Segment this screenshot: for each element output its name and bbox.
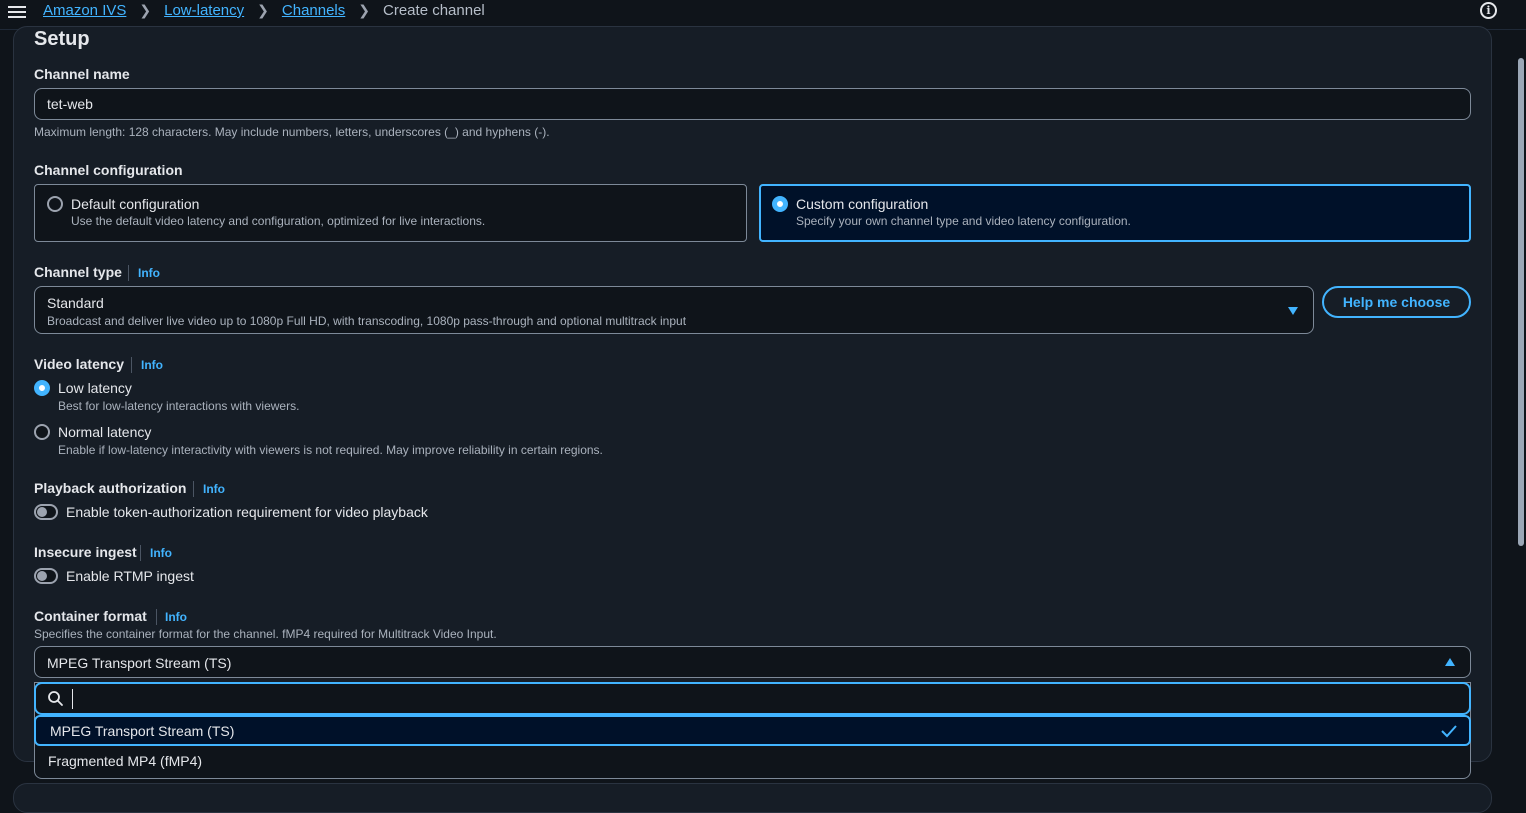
playback-authorization-toggle-label: Enable token-authorization requirement f… (66, 504, 428, 520)
scrollbar-thumb[interactable] (1518, 58, 1524, 546)
check-icon (1441, 725, 1457, 738)
normal-latency-title: Normal latency (58, 424, 152, 440)
channel-type-selected-title: Standard (47, 295, 104, 311)
option-label: Fragmented MP4 (fMP4) (48, 752, 203, 769)
breadcrumb: Amazon IVS ❯ Low-latency ❯ Channels ❯ Cr… (43, 2, 485, 19)
chevron-right-icon: ❯ (139, 2, 152, 18)
insecure-ingest-toggle-label: Enable RTMP ingest (66, 568, 194, 584)
channel-name-label: Channel name (34, 66, 130, 82)
insecure-ingest-label: Insecure ingest (34, 544, 137, 560)
divider (156, 609, 157, 625)
playback-authorization-toggle[interactable] (34, 504, 58, 520)
next-panel (13, 783, 1492, 813)
low-latency-radio[interactable] (34, 380, 50, 396)
divider (140, 545, 141, 561)
default-configuration-title: Default configuration (71, 196, 200, 212)
divider (131, 357, 132, 373)
channel-type-info-link[interactable]: Info (138, 266, 160, 280)
breadcrumb-amazon-ivs[interactable]: Amazon IVS (43, 2, 126, 19)
playback-authorization-info-link[interactable]: Info (203, 482, 225, 496)
video-latency-info-link[interactable]: Info (141, 358, 163, 372)
default-configuration-tile[interactable]: Default configuration Use the default vi… (34, 184, 747, 242)
low-latency-desc: Best for low-latency interactions with v… (58, 399, 300, 413)
hamburger-icon[interactable] (8, 3, 26, 19)
chevron-right-icon: ❯ (358, 2, 371, 18)
normal-latency-radio[interactable] (34, 424, 50, 440)
chevron-right-icon: ❯ (257, 2, 269, 18)
divider (193, 481, 194, 497)
low-latency-title: Low latency (58, 380, 132, 396)
caret-down-icon (1288, 307, 1298, 315)
caret-up-icon (1445, 658, 1455, 666)
container-format-label: Container format (34, 608, 147, 624)
option-label: MPEG Transport Stream (TS) (50, 722, 235, 739)
section-title: Setup (34, 28, 90, 50)
channel-type-label: Channel type (34, 264, 122, 280)
container-format-info-link[interactable]: Info (165, 610, 187, 624)
default-configuration-desc: Use the default video latency and config… (71, 214, 486, 228)
container-format-select[interactable]: MPEG Transport Stream (TS) (34, 646, 1471, 678)
container-format-selected: MPEG Transport Stream (TS) (47, 655, 232, 671)
playback-authorization-label: Playback authorization (34, 480, 187, 496)
channel-name-input[interactable]: tet-web (34, 88, 1471, 120)
custom-configuration-radio[interactable] (772, 196, 788, 212)
breadcrumb-create-channel: Create channel (383, 2, 485, 19)
breadcrumb-channels[interactable]: Channels (282, 2, 345, 19)
custom-configuration-tile[interactable]: Custom configuration Specify your own ch… (759, 184, 1471, 242)
search-icon (48, 691, 63, 706)
container-format-option-ts[interactable]: MPEG Transport Stream (TS) (34, 715, 1471, 746)
container-format-search-input[interactable] (72, 689, 1452, 709)
container-format-option-fmp4[interactable]: Fragmented MP4 (fMP4) (34, 745, 1471, 776)
channel-configuration-label: Channel configuration (34, 162, 183, 178)
info-circle-icon[interactable]: i (1480, 2, 1497, 19)
divider (128, 265, 129, 281)
channel-type-select[interactable]: Standard Broadcast and deliver live vide… (34, 286, 1314, 334)
custom-configuration-title: Custom configuration (796, 196, 929, 212)
channel-type-selected-desc: Broadcast and deliver live video up to 1… (47, 314, 687, 328)
insecure-ingest-toggle[interactable] (34, 568, 58, 584)
insecure-ingest-info-link[interactable]: Info (150, 546, 172, 560)
video-latency-label: Video latency (34, 356, 125, 372)
help-me-choose-button[interactable]: Help me choose (1322, 286, 1471, 318)
container-format-filter[interactable] (34, 682, 1471, 715)
breadcrumb-low-latency[interactable]: Low-latency (164, 2, 244, 19)
custom-configuration-desc: Specify your own channel type and video … (796, 214, 1131, 228)
normal-latency-desc: Enable if low-latency interactivity with… (58, 443, 603, 457)
container-format-hint: Specifies the container format for the c… (34, 627, 497, 641)
default-configuration-radio[interactable] (47, 196, 63, 212)
channel-name-hint: Maximum length: 128 characters. May incl… (34, 125, 550, 139)
